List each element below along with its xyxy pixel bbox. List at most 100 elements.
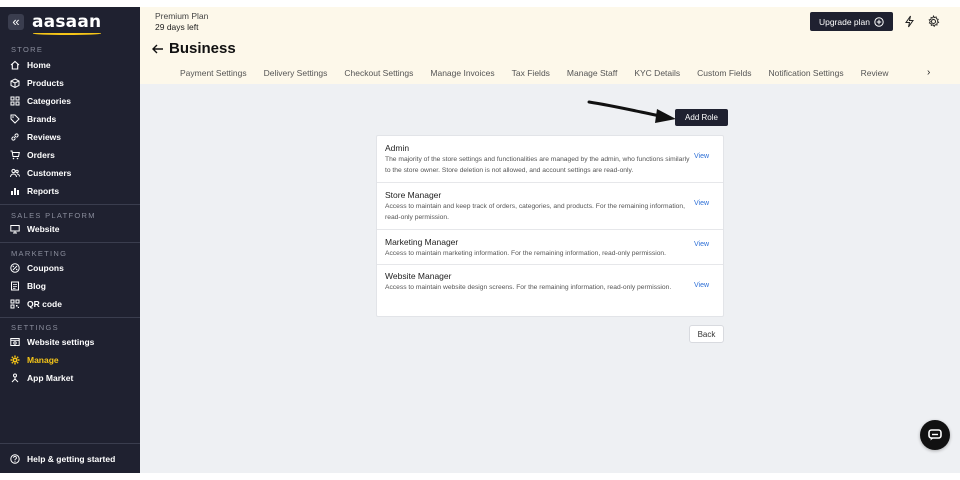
view-role-link[interactable]: View (694, 282, 709, 289)
view-role-link[interactable]: View (694, 200, 709, 207)
upgrade-plan-button[interactable]: Upgrade plan (810, 12, 893, 31)
role-name: Store Manager (385, 190, 442, 200)
section-title-marketing: MARKETING (11, 249, 68, 258)
percent-icon (10, 263, 20, 273)
role-description: Access to maintain and keep track of ord… (385, 203, 685, 221)
sidebar-item-label: Home (27, 60, 51, 70)
roles-list: Admin The majority of the store settings… (376, 135, 724, 317)
sidebar-item-customers[interactable]: Customers (10, 166, 71, 180)
page-title-row: Business (151, 40, 236, 57)
sidebar-item-reviews[interactable]: Reviews (10, 130, 61, 144)
link-icon (10, 132, 20, 142)
tab-custom-fields[interactable]: Custom Fields (697, 68, 751, 80)
sidebar-item-label: Website (27, 224, 60, 234)
tab-manage-invoices[interactable]: Manage Invoices (430, 68, 494, 80)
view-role-link[interactable]: View (694, 241, 709, 248)
back-button[interactable]: Back (689, 325, 724, 343)
role-item-store-manager: Store Manager Access to maintain and kee… (377, 183, 723, 230)
sidebar-item-label: QR code (27, 299, 62, 309)
sidebar-item-brands[interactable]: Brands (10, 112, 56, 126)
sidebar-item-label: Reports (27, 186, 60, 196)
chat-support-button[interactable] (920, 420, 950, 450)
section-title-settings: SETTINGS (11, 323, 59, 332)
tab-kyc-details[interactable]: KYC Details (634, 68, 680, 80)
logo-swoosh (33, 32, 102, 35)
view-role-link[interactable]: View (694, 153, 709, 160)
sidebar-item-qr-code[interactable]: QR code (10, 297, 62, 311)
sidebar-item-app-market[interactable]: App Market (10, 371, 73, 385)
sidebar-item-label: Brands (27, 114, 57, 124)
help-icon (10, 454, 20, 464)
sidebar-item-label: Customers (27, 168, 72, 178)
plus-circle-icon (874, 16, 884, 27)
tabs-next-chevron-icon[interactable]: › (927, 67, 930, 78)
sidebar-divider (0, 317, 140, 318)
sidebar-item-products[interactable]: Products (10, 76, 64, 90)
sidebar-item-label: Categories (27, 96, 71, 106)
logo-text: aasaan (32, 12, 102, 32)
section-title-sales-platform: SALES PLATFORM (11, 211, 96, 220)
role-description: Access to maintain marketing information… (385, 250, 666, 257)
lightning-icon[interactable] (903, 15, 916, 28)
browser-settings-icon (10, 337, 20, 347)
settings-tabs: Payment Settings Delivery Settings Check… (180, 68, 889, 80)
add-role-button[interactable]: Add Role (675, 109, 728, 126)
sidebar-item-label: Blog (27, 281, 46, 291)
box-icon (10, 78, 20, 88)
role-name: Website Manager (385, 271, 452, 281)
home-icon (10, 60, 20, 70)
role-item-marketing-manager: Marketing Manager Access to maintain mar… (377, 230, 723, 265)
help-label: Help & getting started (27, 454, 116, 464)
tab-review[interactable]: Review (861, 68, 889, 80)
sidebar: « aasaan STORE Home Products Categories … (0, 7, 140, 473)
qr-code-icon (10, 299, 20, 309)
sidebar-item-categories[interactable]: Categories (10, 94, 71, 108)
sidebar-divider (0, 204, 140, 205)
tab-payment-settings[interactable]: Payment Settings (180, 68, 247, 80)
sidebar-item-orders[interactable]: Orders (10, 148, 55, 162)
help-getting-started-link[interactable]: Help & getting started (10, 452, 115, 466)
sidebar-item-coupons[interactable]: Coupons (10, 261, 64, 275)
apps-icon (10, 373, 20, 383)
annotation-arrow (587, 100, 676, 123)
sidebar-item-label: Manage (27, 355, 59, 365)
chat-icon (928, 429, 942, 441)
sidebar-item-label: App Market (27, 373, 74, 383)
grid-icon (10, 96, 20, 106)
gear-icon (10, 355, 20, 365)
sidebar-item-label: Products (27, 78, 64, 88)
role-item-website-manager: Website Manager Access to maintain websi… (377, 265, 723, 317)
collapse-sidebar-button[interactable]: « (8, 14, 24, 30)
plan-name: Premium Plan (155, 11, 209, 21)
sidebar-item-label: Website settings (27, 337, 95, 347)
bar-chart-icon (10, 186, 20, 196)
cart-icon (10, 150, 20, 160)
sidebar-item-blog[interactable]: Blog (10, 279, 46, 293)
sidebar-item-reports[interactable]: Reports (10, 184, 59, 198)
sidebar-item-label: Coupons (27, 263, 64, 273)
tab-checkout-settings[interactable]: Checkout Settings (344, 68, 413, 80)
tab-delivery-settings[interactable]: Delivery Settings (264, 68, 328, 80)
gear-icon[interactable] (927, 15, 940, 28)
back-arrow-icon[interactable] (151, 42, 165, 56)
aasaan-logo[interactable]: aasaan (32, 12, 102, 35)
brand-row: « aasaan (8, 12, 102, 35)
sidebar-item-manage[interactable]: Manage (10, 353, 59, 367)
page-title: Business (169, 40, 236, 57)
sidebar-item-home[interactable]: Home (10, 58, 51, 72)
topbar: Premium Plan 29 days left Business Upgra… (140, 7, 960, 84)
monitor-icon (10, 224, 20, 234)
sidebar-divider (0, 443, 140, 444)
sidebar-item-label: Reviews (27, 132, 62, 142)
tab-manage-staff[interactable]: Manage Staff (567, 68, 617, 80)
upgrade-plan-label: Upgrade plan (818, 16, 871, 27)
role-description: The majority of the store settings and f… (385, 156, 690, 174)
main-content: Add Role Admin The majority of the store… (140, 84, 960, 473)
sidebar-item-website-settings[interactable]: Website settings (10, 335, 94, 349)
sidebar-item-website[interactable]: Website (10, 222, 59, 236)
tab-tax-fields[interactable]: Tax Fields (512, 68, 550, 80)
users-icon (10, 168, 20, 178)
sidebar-item-label: Orders (27, 150, 55, 160)
role-name: Admin (385, 143, 410, 153)
tab-notification-settings[interactable]: Notification Settings (769, 68, 844, 80)
